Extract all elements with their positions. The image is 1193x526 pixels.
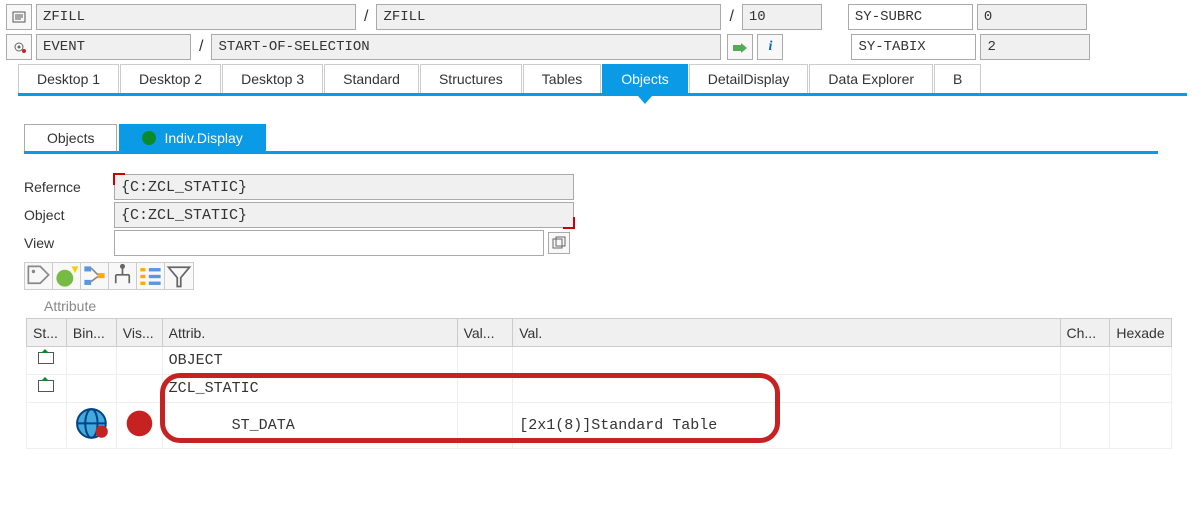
cell-attrib[interactable]: ZCL_STATIC <box>162 375 457 403</box>
tab-indiv-display-label: Indiv.Display <box>164 130 242 146</box>
cell-attrib[interactable]: ST_DATA <box>162 403 457 449</box>
view-label: View <box>24 235 114 251</box>
view-picker-icon[interactable] <box>548 232 570 254</box>
view-field[interactable] <box>114 230 544 256</box>
hierarchy-icon[interactable] <box>109 263 137 289</box>
stack-icon[interactable] <box>38 352 54 366</box>
col-st[interactable]: St... <box>27 319 67 347</box>
table-row: OBJECT <box>27 347 1172 375</box>
header-row-2: EVENT / START-OF-SELECTION i SY-TABIX 2 <box>6 34 1187 60</box>
settings-icon[interactable] <box>6 34 32 60</box>
attribute-title: Attribute <box>24 290 1193 318</box>
sy-tabix-value[interactable]: 2 <box>980 34 1090 60</box>
info-icon[interactable]: i <box>757 34 783 60</box>
sy-tabix-label: SY-TABIX <box>851 34 976 60</box>
sub-tabs: Objects Indiv.Display <box>24 124 1158 154</box>
object-field[interactable]: {C:ZCL_STATIC} <box>114 202 574 228</box>
tab-detaildisplay[interactable]: DetailDisplay <box>689 64 809 93</box>
col-val2[interactable]: Val. <box>513 319 1060 347</box>
tab-tables[interactable]: Tables <box>523 64 601 93</box>
table-row: ZCL_STATIC <box>27 375 1172 403</box>
program-icon[interactable] <box>6 4 32 30</box>
add-icon[interactable] <box>53 263 81 289</box>
reference-label: Refernce <box>24 179 114 195</box>
cell-val[interactable] <box>513 375 1060 403</box>
cell-val[interactable] <box>513 347 1060 375</box>
tab-desktop-2[interactable]: Desktop 2 <box>120 64 221 93</box>
program-field-2[interactable]: ZFILL <box>376 4 721 30</box>
tab-structures[interactable]: Structures <box>420 64 522 93</box>
tree-icon[interactable] <box>81 263 109 289</box>
slash: / <box>725 8 737 26</box>
filter-icon[interactable] <box>165 263 193 289</box>
slash: / <box>360 8 372 26</box>
header-row-1: ZFILL / ZFILL / 10 SY-SUBRC 0 <box>6 4 1187 30</box>
reference-field[interactable]: {C:ZCL_STATIC} <box>114 174 574 200</box>
program-field-1[interactable]: ZFILL <box>36 4 356 30</box>
tab-desktop-3[interactable]: Desktop 3 <box>222 64 323 93</box>
tab-indiv-display[interactable]: Indiv.Display <box>119 124 265 151</box>
sy-subrc-value[interactable]: 0 <box>977 4 1087 30</box>
cell-attrib[interactable]: OBJECT <box>162 347 457 375</box>
breakpoint-icon[interactable] <box>116 403 162 449</box>
tab-data-explorer[interactable]: Data Explorer <box>809 64 933 93</box>
attribute-table: St... Bin... Vis... Attrib. Val... Val. … <box>26 318 1172 449</box>
col-attrib[interactable]: Attrib. <box>162 319 457 347</box>
cell-val[interactable]: [2x1(8)]Standard Table <box>513 403 1060 449</box>
tab-objects[interactable]: Objects <box>602 64 687 93</box>
tab-objects[interactable]: Objects <box>24 124 117 151</box>
col-vis[interactable]: Vis... <box>116 319 162 347</box>
col-bin[interactable]: Bin... <box>66 319 116 347</box>
status-led-icon <box>142 131 156 145</box>
line-field[interactable]: 10 <box>742 4 822 30</box>
tag-icon[interactable] <box>25 263 53 289</box>
tab-standard[interactable]: Standard <box>324 64 419 93</box>
tab-b[interactable]: B <box>934 64 981 93</box>
sy-subrc-label: SY-SUBRC <box>848 4 973 30</box>
col-ch[interactable]: Ch... <box>1060 319 1110 347</box>
list-icon[interactable] <box>137 263 165 289</box>
main-tabs: Desktop 1Desktop 2Desktop 3StandardStruc… <box>18 64 1187 96</box>
grid-toolbar <box>24 262 194 290</box>
section-field[interactable]: START-OF-SELECTION <box>211 34 721 60</box>
execute-icon[interactable] <box>727 34 753 60</box>
slash: / <box>195 38 207 56</box>
col-val1[interactable]: Val... <box>457 319 513 347</box>
table-row: ST_DATA [2x1(8)]Standard Table <box>27 403 1172 449</box>
globe-icon[interactable] <box>66 403 116 449</box>
object-label: Object <box>24 207 114 223</box>
tab-desktop-1[interactable]: Desktop 1 <box>18 64 119 93</box>
event-field[interactable]: EVENT <box>36 34 191 60</box>
col-hex[interactable]: Hexade <box>1110 319 1171 347</box>
stack-icon[interactable] <box>38 380 54 394</box>
table-header-row: St... Bin... Vis... Attrib. Val... Val. … <box>27 319 1172 347</box>
